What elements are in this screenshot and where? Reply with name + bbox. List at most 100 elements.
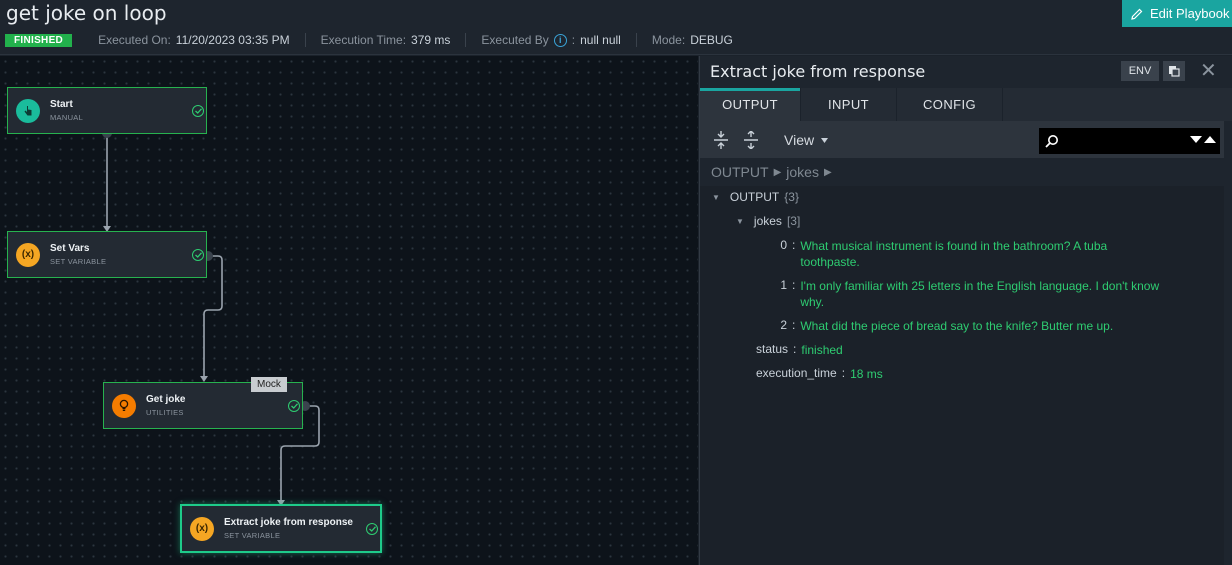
executed-on-value: 11/20/2023 03:35 PM xyxy=(175,33,290,47)
info-icon[interactable]: i xyxy=(553,33,567,47)
node-extract-joke-text: Extract joke from response SET VARIABLE xyxy=(224,517,353,540)
node-start[interactable]: Start MANUAL xyxy=(7,87,207,134)
output-tree: ▼ OUTPUT {3} ▼ jokes [3] 0: What musical… xyxy=(700,186,1224,565)
mode: Mode: DEBUG xyxy=(637,33,748,47)
header: get joke on loop Edit Playbook FINISHED … xyxy=(0,0,1232,55)
node-type: SET VARIABLE xyxy=(50,257,107,266)
tab-input[interactable]: INPUT xyxy=(801,88,896,121)
joke-index: 2 xyxy=(780,318,787,332)
tab-config[interactable]: CONFIG xyxy=(897,88,1002,121)
check-circle-icon xyxy=(288,399,300,412)
node-set-vars[interactable]: (x) Set Vars SET VARIABLE xyxy=(7,231,207,278)
status-value: finished xyxy=(801,343,843,357)
breadcrumb-item[interactable]: OUTPUT xyxy=(711,164,769,180)
node-start-text: Start MANUAL xyxy=(50,99,83,122)
caret-down-icon xyxy=(821,137,829,143)
breadcrumb-item[interactable]: jokes xyxy=(786,164,819,180)
joke-text: I'm only familiar with 25 letters in the… xyxy=(800,278,1159,310)
check-circle-icon xyxy=(192,248,204,261)
tab-output[interactable]: OUTPUT xyxy=(700,88,800,121)
node-name: Extract joke from response xyxy=(224,517,353,528)
expand-all-icon[interactable] xyxy=(713,131,729,149)
lightbulb-icon xyxy=(112,393,136,418)
breadcrumb: OUTPUT ▶ jokes ▶ xyxy=(711,164,832,180)
variable-icon: (x) xyxy=(16,242,40,267)
search-icon xyxy=(1045,135,1058,148)
joke-item: 2: What did the piece of bread say to th… xyxy=(771,318,1113,334)
collapse-all-icon[interactable] xyxy=(743,131,759,149)
mode-label: Mode: xyxy=(651,33,686,47)
colon: : xyxy=(792,278,796,292)
step-detail-panel: Extract joke from response ENV ✕ OUTPUT … xyxy=(699,56,1232,565)
edit-playbook-label: Edit Playbook xyxy=(1150,6,1230,21)
panel-tabs: OUTPUT INPUT CONFIG xyxy=(700,88,1232,121)
executed-by-value: null null xyxy=(580,33,621,47)
executed-by: Executed By i : null null xyxy=(466,33,637,47)
caret-down-icon: ▼ xyxy=(712,193,720,202)
execution-time-label: Execution Time: xyxy=(320,33,407,47)
executed-by-colon: : xyxy=(571,33,576,47)
node-type: SET VARIABLE xyxy=(224,531,281,540)
joke-line: I'm only familiar with 25 letters in the… xyxy=(800,279,1160,293)
tree-root[interactable]: ▼ OUTPUT {3} xyxy=(712,190,799,204)
mock-tag: Mock xyxy=(251,377,287,392)
tree-key: execution_time xyxy=(756,366,837,380)
copy-button[interactable] xyxy=(1163,61,1185,81)
joke-text: What musical instrument is found in the … xyxy=(800,238,1107,270)
colon: : xyxy=(841,366,846,380)
search-nav xyxy=(1190,135,1216,144)
check-circle-icon xyxy=(366,522,378,535)
joke-index: 0 xyxy=(780,238,787,252)
exec-time-value: 18 ms xyxy=(850,367,883,381)
tree-count: [3] xyxy=(786,214,801,228)
env-button[interactable]: ENV xyxy=(1121,61,1159,81)
node-type: UTILITIES xyxy=(146,408,184,417)
node-name: Start xyxy=(50,99,73,110)
breadcrumb-separator: ▶ xyxy=(773,166,782,178)
copy-icon xyxy=(1169,66,1180,77)
view-label: View xyxy=(784,132,815,148)
executed-on: Executed On: 11/20/2023 03:35 PM xyxy=(72,33,306,47)
execution-time-value: 379 ms xyxy=(411,33,451,47)
node-name: Get joke xyxy=(146,394,186,405)
joke-line: toothpaste. xyxy=(800,255,860,269)
node-type: MANUAL xyxy=(50,113,84,122)
joke-item: 0: What musical instrument is found in t… xyxy=(771,238,1107,270)
tree-status: status: finished xyxy=(756,342,843,358)
scrollbar[interactable] xyxy=(1224,121,1232,565)
colon: : xyxy=(792,238,796,252)
colon: : xyxy=(793,342,797,356)
joke-line: What musical instrument is found in the … xyxy=(800,239,1108,253)
caret-down-icon: ▼ xyxy=(736,217,744,226)
node-set-vars-text: Set Vars SET VARIABLE xyxy=(50,243,106,266)
status-badge: FINISHED xyxy=(5,33,73,47)
executed-by-label: Executed By xyxy=(481,33,549,47)
edit-playbook-button[interactable]: Edit Playbook xyxy=(1122,0,1232,27)
joke-line: why. xyxy=(800,295,825,309)
search-next-icon[interactable] xyxy=(1204,135,1216,144)
node-name: Set Vars xyxy=(50,243,90,254)
search-prev-icon[interactable] xyxy=(1190,135,1202,144)
panel-title: Extract joke from response xyxy=(710,62,926,81)
joke-index: 1 xyxy=(780,278,787,292)
executed-on-label: Executed On: xyxy=(98,33,171,47)
node-extract-joke[interactable]: (x) Extract joke from response SET VARIA… xyxy=(180,504,382,553)
playbook-title: get joke on loop xyxy=(6,1,167,25)
tree-exec-time: execution_time: 18 ms xyxy=(756,366,883,382)
close-icon[interactable]: ✕ xyxy=(1200,58,1217,83)
output-toolbar: View xyxy=(700,121,1224,158)
tab-divider xyxy=(1002,88,1003,121)
hand-pointer-icon xyxy=(16,98,40,123)
joke-text: What did the piece of bread say to the k… xyxy=(800,319,1114,333)
joke-item: 1: I'm only familiar with 25 letters in … xyxy=(771,278,1159,310)
node-get-joke-text: Get joke UTILITIES xyxy=(146,394,185,417)
tree-count: {3} xyxy=(784,190,799,204)
output-search[interactable] xyxy=(1039,128,1220,154)
playbook-canvas[interactable]: Start MANUAL (x) Set Vars SET VARIABLE G… xyxy=(0,56,698,565)
check-circle-icon xyxy=(192,104,204,117)
view-dropdown[interactable]: View xyxy=(784,132,829,148)
pencil-icon xyxy=(1131,8,1143,20)
tree-jokes[interactable]: ▼ jokes [3] xyxy=(736,214,800,228)
mode-value: DEBUG xyxy=(690,33,733,47)
execution-time: Execution Time: 379 ms xyxy=(306,33,467,47)
